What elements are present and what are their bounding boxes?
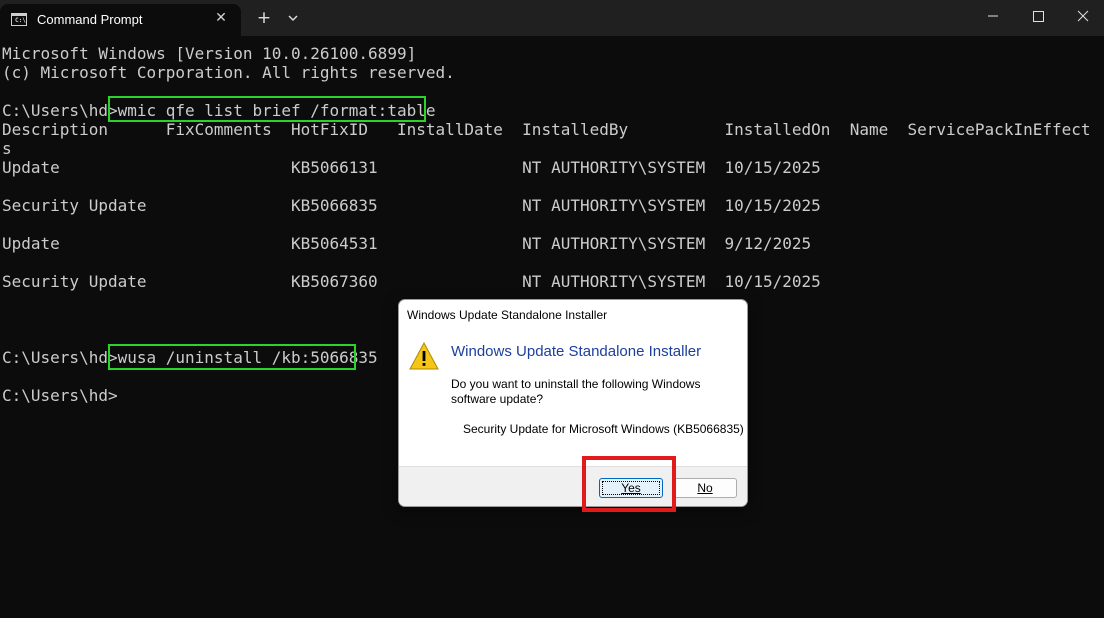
maximize-icon[interactable] [1015,0,1061,32]
console-line: Update KB5066131 NT AUTHORITY\SYSTEM 10/… [2,158,821,177]
title-bar: C:\ Command Prompt ✕ + [0,0,1104,36]
console-line: (c) Microsoft Corporation. All rights re… [2,63,455,82]
wusa-command-highlight [108,344,356,370]
console-line: s [2,139,12,158]
no-button[interactable]: No [673,478,737,498]
wmic-command-highlight [108,96,426,122]
dialog-question: Do you want to uninstall the following W… [451,377,701,406]
dialog-update-name: Security Update for Microsoft Windows (K… [463,422,744,436]
plus-icon[interactable]: + [255,8,273,28]
console-line: Security Update KB5067360 NT AUTHORITY\S… [2,272,821,291]
console-line: Description FixComments HotFixID Install… [2,120,1104,139]
console-line: C:\Users\hd> [2,386,118,405]
console-line: Security Update KB5066835 NT AUTHORITY\S… [2,196,821,215]
dialog-footer: Yes No [399,466,747,506]
close-icon[interactable]: ✕ [213,10,229,26]
no-button-label: No [697,481,713,495]
tab-title: Command Prompt [37,12,143,27]
window-close-icon[interactable] [1060,0,1104,32]
console-line: Microsoft Windows [Version 10.0.26100.68… [2,44,417,63]
tab-command-prompt[interactable]: C:\ Command Prompt ✕ [0,4,241,36]
dialog-heading: Windows Update Standalone Installer [451,343,702,360]
yes-button-highlight [582,456,676,512]
update-installer-dialog: Windows Update Standalone Installer Wind… [398,299,748,507]
minimize-icon[interactable] [970,0,1016,32]
dialog-title: Windows Update Standalone Installer [407,308,608,322]
console-line: Update KB5064531 NT AUTHORITY\SYSTEM 9/1… [2,234,812,253]
cmd-icon: C:\ [11,13,27,26]
chevron-down-icon[interactable] [285,8,301,28]
warning-icon [409,341,439,374]
